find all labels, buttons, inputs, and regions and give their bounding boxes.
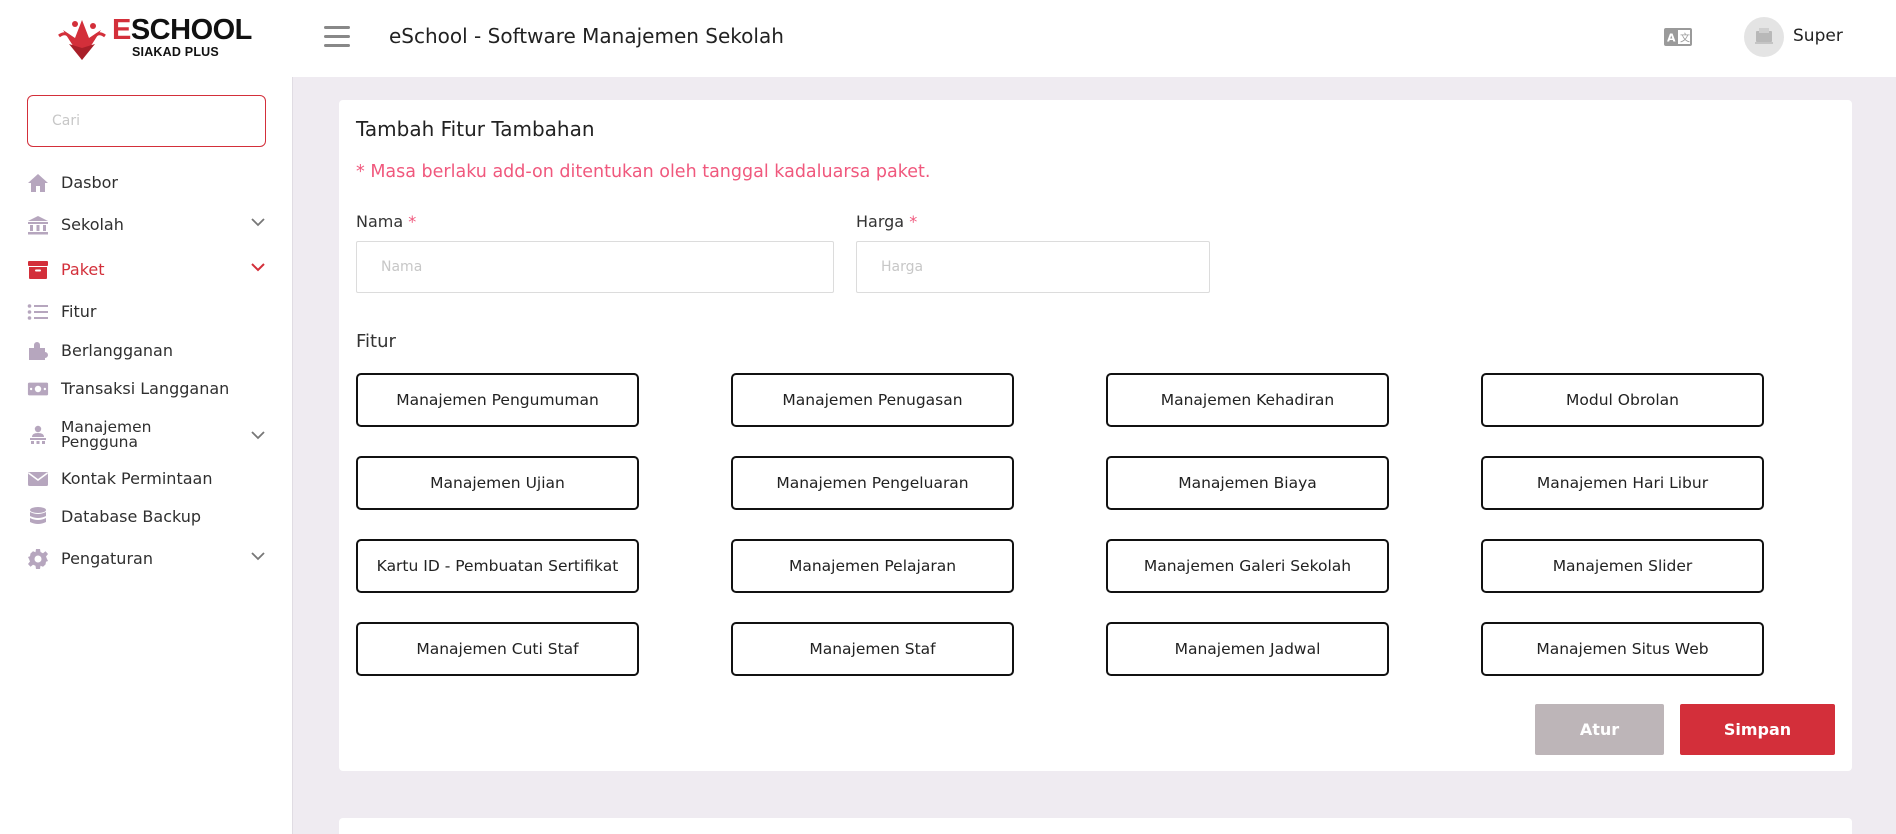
- user-avatar-icon: [1755, 28, 1773, 44]
- gear-icon: [27, 548, 49, 570]
- app-title: eSchool - Software Manajemen Sekolah: [389, 24, 784, 48]
- sidebar-item-label: Transaksi Langganan: [61, 379, 230, 398]
- secondary-card: [339, 818, 1852, 834]
- sidebar-item-kontak-permintaan[interactable]: Kontak Permintaan: [27, 463, 267, 495]
- sidebar-item-berlangganan[interactable]: Berlangganan: [27, 335, 267, 367]
- feature-option[interactable]: Manajemen Penugasan: [731, 373, 1014, 427]
- price-label: Harga *: [856, 212, 918, 231]
- feature-option[interactable]: Manajemen Hari Libur: [1481, 456, 1764, 510]
- chevron-down-icon: [251, 552, 265, 561]
- feature-option[interactable]: Manajemen Biaya: [1106, 456, 1389, 510]
- user-name[interactable]: Super: [1793, 26, 1843, 46]
- feature-option[interactable]: Kartu ID - Pembuatan Sertifikat: [356, 539, 639, 593]
- sidebar-item-label: Sekolah: [61, 215, 124, 234]
- price-field[interactable]: [856, 241, 1210, 293]
- feature-option[interactable]: Manajemen Pengeluaran: [731, 456, 1014, 510]
- svg-text:文: 文: [1680, 32, 1690, 45]
- feature-option[interactable]: Manajemen Kehadiran: [1106, 373, 1389, 427]
- sidebar: Dasbor Sekolah Paket Fitur Berlangganan …: [0, 77, 293, 834]
- feature-option[interactable]: Manajemen Slider: [1481, 539, 1764, 593]
- school-icon: [27, 214, 49, 236]
- avatar[interactable]: [1744, 17, 1784, 57]
- feature-option[interactable]: Manajemen Cuti Staf: [356, 622, 639, 676]
- list-icon: [27, 301, 49, 323]
- home-icon: [27, 172, 49, 194]
- database-icon: [27, 506, 49, 528]
- sidebar-item-fitur[interactable]: Fitur: [27, 296, 267, 328]
- sidebar-item-sekolah[interactable]: Sekolah: [27, 209, 267, 241]
- brand-subtitle: SIAKAD PLUS: [132, 45, 219, 59]
- sidebar-item-label: Paket: [61, 260, 105, 279]
- sidebar-item-paket[interactable]: Paket: [27, 254, 267, 286]
- feature-option[interactable]: Manajemen Situs Web: [1481, 622, 1764, 676]
- sidebar-item-label: Fitur: [61, 302, 97, 321]
- sidebar-item-label: Manajemen Pengguna: [61, 418, 152, 451]
- card-title: Tambah Fitur Tambahan: [356, 117, 595, 141]
- name-label: Nama *: [356, 212, 417, 231]
- reset-button[interactable]: Atur: [1535, 704, 1664, 755]
- svg-text:A: A: [1667, 32, 1676, 45]
- feature-option[interactable]: Manajemen Pelajaran: [731, 539, 1014, 593]
- brand-logo[interactable]: ESCHOOL SIAKAD PLUS: [55, 14, 252, 62]
- chevron-down-icon: [251, 218, 265, 227]
- sidebar-item-label: Database Backup: [61, 507, 202, 526]
- features-label: Fitur: [356, 331, 396, 352]
- feature-option[interactable]: Manajemen Ujian: [356, 456, 639, 510]
- sidebar-item-label: Berlangganan: [61, 341, 173, 360]
- sidebar-item-dasbor[interactable]: Dasbor: [27, 167, 267, 199]
- sidebar-item-database-backup[interactable]: Database Backup: [27, 501, 267, 533]
- menu-icon[interactable]: [324, 26, 350, 48]
- sidebar-item-transaksi-langganan[interactable]: Transaksi Langganan: [27, 373, 267, 405]
- sidebar-item-pengaturan[interactable]: Pengaturan: [27, 543, 267, 575]
- feature-option[interactable]: Manajemen Pengumuman: [356, 373, 639, 427]
- sidebar-item-label: Pengaturan: [61, 549, 153, 568]
- top-header: ESCHOOL SIAKAD PLUS eSchool - Software M…: [0, 0, 1896, 77]
- users-icon: [27, 424, 49, 446]
- package-icon: [27, 259, 49, 281]
- feature-option[interactable]: Manajemen Galeri Sekolah: [1106, 539, 1389, 593]
- language-icon[interactable]: A 文: [1663, 27, 1693, 47]
- money-icon: [27, 378, 49, 400]
- feature-option[interactable]: Modul Obrolan: [1481, 373, 1764, 427]
- feature-option[interactable]: Manajemen Staf: [731, 622, 1014, 676]
- logo-mark-icon: [58, 20, 106, 60]
- chevron-down-icon: [251, 263, 265, 272]
- add-feature-card: Tambah Fitur Tambahan * Masa berlaku add…: [339, 100, 1852, 771]
- save-button[interactable]: Simpan: [1680, 704, 1835, 755]
- sidebar-item-label: Kontak Permintaan: [61, 469, 213, 488]
- sidebar-item-label: Dasbor: [61, 173, 118, 192]
- brand-name: ESCHOOL: [112, 14, 252, 46]
- puzzle-icon: [27, 340, 49, 362]
- feature-option[interactable]: Manajemen Jadwal: [1106, 622, 1389, 676]
- chevron-down-icon: [251, 431, 265, 440]
- sidebar-item-manajemen-pengguna[interactable]: Manajemen Pengguna: [27, 419, 267, 451]
- mail-icon: [27, 468, 49, 490]
- validity-note: * Masa berlaku add-on ditentukan oleh ta…: [356, 162, 931, 182]
- name-field[interactable]: [356, 241, 834, 293]
- search-input[interactable]: [27, 95, 266, 147]
